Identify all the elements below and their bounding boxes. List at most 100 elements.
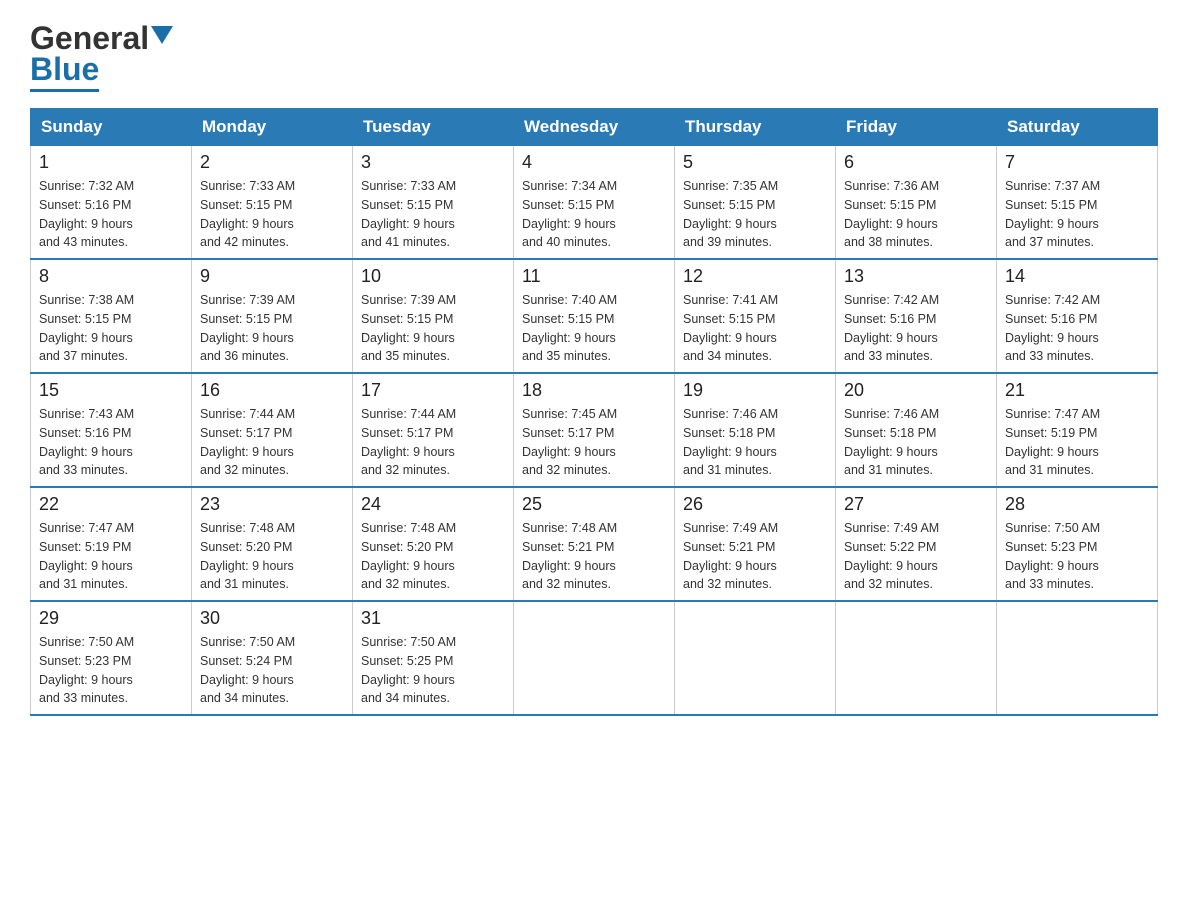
logo-triangle-icon	[151, 26, 173, 48]
day-info: Sunrise: 7:44 AM Sunset: 5:17 PM Dayligh…	[200, 405, 344, 480]
week-row-5: 29 Sunrise: 7:50 AM Sunset: 5:23 PM Dayl…	[31, 601, 1158, 715]
day-number: 15	[39, 380, 183, 401]
day-info: Sunrise: 7:47 AM Sunset: 5:19 PM Dayligh…	[39, 519, 183, 594]
day-info: Sunrise: 7:42 AM Sunset: 5:16 PM Dayligh…	[1005, 291, 1149, 366]
day-cell: 1 Sunrise: 7:32 AM Sunset: 5:16 PM Dayli…	[31, 146, 192, 260]
day-number: 30	[200, 608, 344, 629]
day-cell: 15 Sunrise: 7:43 AM Sunset: 5:16 PM Dayl…	[31, 373, 192, 487]
day-info: Sunrise: 7:39 AM Sunset: 5:15 PM Dayligh…	[361, 291, 505, 366]
day-cell: 14 Sunrise: 7:42 AM Sunset: 5:16 PM Dayl…	[997, 259, 1158, 373]
day-cell: 21 Sunrise: 7:47 AM Sunset: 5:19 PM Dayl…	[997, 373, 1158, 487]
day-info: Sunrise: 7:38 AM Sunset: 5:15 PM Dayligh…	[39, 291, 183, 366]
week-row-2: 8 Sunrise: 7:38 AM Sunset: 5:15 PM Dayli…	[31, 259, 1158, 373]
day-info: Sunrise: 7:49 AM Sunset: 5:21 PM Dayligh…	[683, 519, 827, 594]
day-info: Sunrise: 7:37 AM Sunset: 5:15 PM Dayligh…	[1005, 177, 1149, 252]
day-info: Sunrise: 7:47 AM Sunset: 5:19 PM Dayligh…	[1005, 405, 1149, 480]
day-number: 23	[200, 494, 344, 515]
day-number: 21	[1005, 380, 1149, 401]
day-info: Sunrise: 7:48 AM Sunset: 5:21 PM Dayligh…	[522, 519, 666, 594]
day-info: Sunrise: 7:48 AM Sunset: 5:20 PM Dayligh…	[200, 519, 344, 594]
week-row-4: 22 Sunrise: 7:47 AM Sunset: 5:19 PM Dayl…	[31, 487, 1158, 601]
day-info: Sunrise: 7:48 AM Sunset: 5:20 PM Dayligh…	[361, 519, 505, 594]
day-info: Sunrise: 7:32 AM Sunset: 5:16 PM Dayligh…	[39, 177, 183, 252]
day-info: Sunrise: 7:35 AM Sunset: 5:15 PM Dayligh…	[683, 177, 827, 252]
day-number: 3	[361, 152, 505, 173]
day-number: 25	[522, 494, 666, 515]
day-number: 10	[361, 266, 505, 287]
day-info: Sunrise: 7:50 AM Sunset: 5:23 PM Dayligh…	[39, 633, 183, 708]
day-info: Sunrise: 7:44 AM Sunset: 5:17 PM Dayligh…	[361, 405, 505, 480]
day-info: Sunrise: 7:41 AM Sunset: 5:15 PM Dayligh…	[683, 291, 827, 366]
logo-blue-text: Blue	[30, 51, 99, 88]
day-number: 20	[844, 380, 988, 401]
day-cell: 2 Sunrise: 7:33 AM Sunset: 5:15 PM Dayli…	[192, 146, 353, 260]
day-number: 4	[522, 152, 666, 173]
day-cell: 25 Sunrise: 7:48 AM Sunset: 5:21 PM Dayl…	[514, 487, 675, 601]
day-cell	[514, 601, 675, 715]
day-cell: 26 Sunrise: 7:49 AM Sunset: 5:21 PM Dayl…	[675, 487, 836, 601]
header-thursday: Thursday	[675, 109, 836, 146]
day-info: Sunrise: 7:40 AM Sunset: 5:15 PM Dayligh…	[522, 291, 666, 366]
day-info: Sunrise: 7:42 AM Sunset: 5:16 PM Dayligh…	[844, 291, 988, 366]
day-info: Sunrise: 7:36 AM Sunset: 5:15 PM Dayligh…	[844, 177, 988, 252]
day-number: 26	[683, 494, 827, 515]
day-info: Sunrise: 7:34 AM Sunset: 5:15 PM Dayligh…	[522, 177, 666, 252]
day-cell: 9 Sunrise: 7:39 AM Sunset: 5:15 PM Dayli…	[192, 259, 353, 373]
day-cell: 11 Sunrise: 7:40 AM Sunset: 5:15 PM Dayl…	[514, 259, 675, 373]
day-cell: 29 Sunrise: 7:50 AM Sunset: 5:23 PM Dayl…	[31, 601, 192, 715]
day-number: 27	[844, 494, 988, 515]
day-info: Sunrise: 7:46 AM Sunset: 5:18 PM Dayligh…	[844, 405, 988, 480]
day-number: 7	[1005, 152, 1149, 173]
day-cell: 4 Sunrise: 7:34 AM Sunset: 5:15 PM Dayli…	[514, 146, 675, 260]
week-row-1: 1 Sunrise: 7:32 AM Sunset: 5:16 PM Dayli…	[31, 146, 1158, 260]
day-info: Sunrise: 7:50 AM Sunset: 5:23 PM Dayligh…	[1005, 519, 1149, 594]
day-number: 29	[39, 608, 183, 629]
day-number: 12	[683, 266, 827, 287]
day-cell: 7 Sunrise: 7:37 AM Sunset: 5:15 PM Dayli…	[997, 146, 1158, 260]
day-cell	[675, 601, 836, 715]
day-info: Sunrise: 7:50 AM Sunset: 5:24 PM Dayligh…	[200, 633, 344, 708]
day-number: 16	[200, 380, 344, 401]
header-tuesday: Tuesday	[353, 109, 514, 146]
day-cell: 28 Sunrise: 7:50 AM Sunset: 5:23 PM Dayl…	[997, 487, 1158, 601]
day-cell: 20 Sunrise: 7:46 AM Sunset: 5:18 PM Dayl…	[836, 373, 997, 487]
day-info: Sunrise: 7:49 AM Sunset: 5:22 PM Dayligh…	[844, 519, 988, 594]
day-number: 24	[361, 494, 505, 515]
day-number: 2	[200, 152, 344, 173]
day-number: 17	[361, 380, 505, 401]
day-cell: 5 Sunrise: 7:35 AM Sunset: 5:15 PM Dayli…	[675, 146, 836, 260]
day-number: 19	[683, 380, 827, 401]
day-number: 8	[39, 266, 183, 287]
day-number: 14	[1005, 266, 1149, 287]
day-cell: 18 Sunrise: 7:45 AM Sunset: 5:17 PM Dayl…	[514, 373, 675, 487]
header-monday: Monday	[192, 109, 353, 146]
day-info: Sunrise: 7:33 AM Sunset: 5:15 PM Dayligh…	[200, 177, 344, 252]
day-cell: 22 Sunrise: 7:47 AM Sunset: 5:19 PM Dayl…	[31, 487, 192, 601]
day-info: Sunrise: 7:45 AM Sunset: 5:17 PM Dayligh…	[522, 405, 666, 480]
day-info: Sunrise: 7:43 AM Sunset: 5:16 PM Dayligh…	[39, 405, 183, 480]
day-info: Sunrise: 7:50 AM Sunset: 5:25 PM Dayligh…	[361, 633, 505, 708]
day-info: Sunrise: 7:46 AM Sunset: 5:18 PM Dayligh…	[683, 405, 827, 480]
day-info: Sunrise: 7:33 AM Sunset: 5:15 PM Dayligh…	[361, 177, 505, 252]
day-number: 31	[361, 608, 505, 629]
day-number: 28	[1005, 494, 1149, 515]
day-cell: 30 Sunrise: 7:50 AM Sunset: 5:24 PM Dayl…	[192, 601, 353, 715]
day-number: 9	[200, 266, 344, 287]
header-wednesday: Wednesday	[514, 109, 675, 146]
day-cell: 31 Sunrise: 7:50 AM Sunset: 5:25 PM Dayl…	[353, 601, 514, 715]
day-number: 5	[683, 152, 827, 173]
day-number: 13	[844, 266, 988, 287]
day-cell: 10 Sunrise: 7:39 AM Sunset: 5:15 PM Dayl…	[353, 259, 514, 373]
day-cell: 13 Sunrise: 7:42 AM Sunset: 5:16 PM Dayl…	[836, 259, 997, 373]
day-number: 18	[522, 380, 666, 401]
day-cell: 23 Sunrise: 7:48 AM Sunset: 5:20 PM Dayl…	[192, 487, 353, 601]
day-cell: 8 Sunrise: 7:38 AM Sunset: 5:15 PM Dayli…	[31, 259, 192, 373]
header-saturday: Saturday	[997, 109, 1158, 146]
logo: General Blue	[30, 20, 173, 92]
day-cell: 6 Sunrise: 7:36 AM Sunset: 5:15 PM Dayli…	[836, 146, 997, 260]
header-sunday: Sunday	[31, 109, 192, 146]
day-cell: 17 Sunrise: 7:44 AM Sunset: 5:17 PM Dayl…	[353, 373, 514, 487]
day-number: 11	[522, 266, 666, 287]
day-cell: 12 Sunrise: 7:41 AM Sunset: 5:15 PM Dayl…	[675, 259, 836, 373]
calendar-header-row: SundayMondayTuesdayWednesdayThursdayFrid…	[31, 109, 1158, 146]
